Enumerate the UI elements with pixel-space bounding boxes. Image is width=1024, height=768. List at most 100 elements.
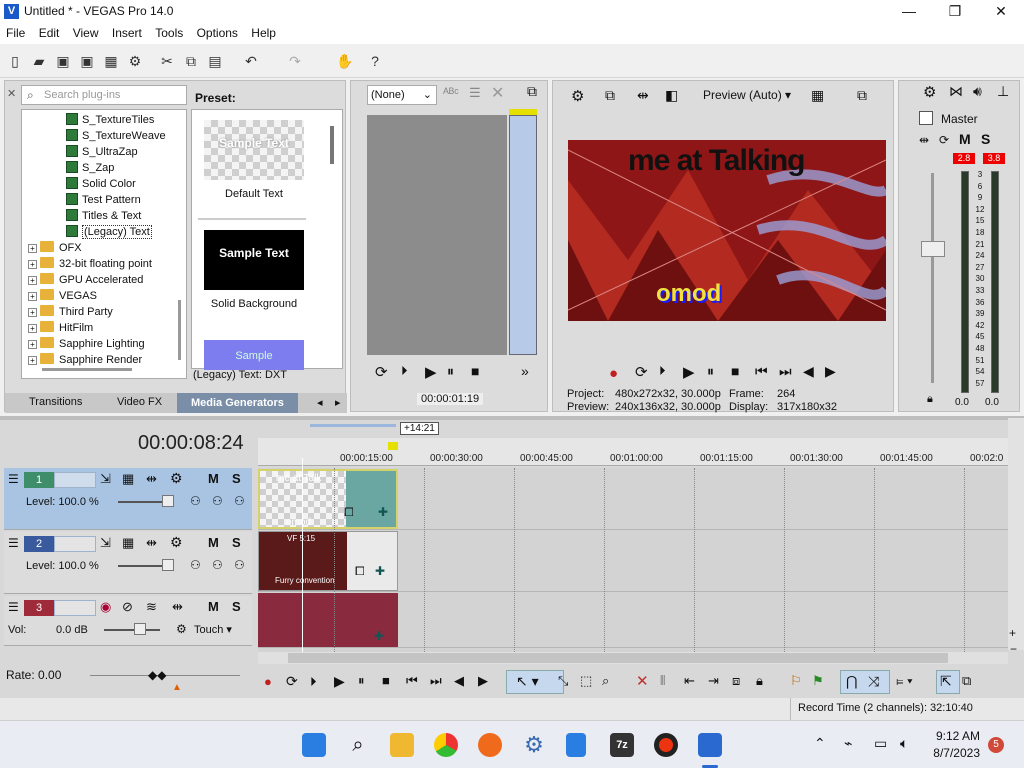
solo-button[interactable]: S — [232, 599, 241, 614]
loop-icon[interactable]: ⟳ — [635, 363, 648, 381]
properties-gear-icon[interactable]: ⚙ — [126, 52, 144, 70]
solo-button[interactable]: S — [981, 131, 990, 147]
track-header-3[interactable]: ☰ 3 ◉ ⊘ ≋ ⇹ M S Vol: 0.0 dB ⚙ Touch ▾ — [4, 596, 252, 646]
tree-folder[interactable]: + OFX — [28, 240, 82, 256]
rewind-icon[interactable]: ◀ — [803, 363, 814, 380]
zoom-in-icon[interactable]: + — [1009, 626, 1016, 640]
prev-frame-icon[interactable]: ⏮ — [755, 363, 768, 380]
preset-list[interactable]: Sample Text Default Text Sample Text Sol… — [191, 109, 343, 370]
expand-icon[interactable]: + — [28, 260, 37, 269]
loop-icon[interactable]: ⟳ — [286, 673, 298, 690]
display-icon[interactable]: ▭ — [874, 735, 887, 752]
play-icon[interactable]: ▶ — [334, 673, 345, 690]
envelope-lock-icon[interactable]: ⇱ — [940, 673, 952, 690]
track-name-input[interactable] — [54, 472, 96, 488]
event-pan-crop-icon[interactable]: ⧠ — [344, 505, 354, 520]
copy-snapshot-icon[interactable]: ⧉ — [857, 87, 867, 104]
trim-icon[interactable]: ⫴ — [660, 673, 665, 689]
expand-icon[interactable]: + — [28, 244, 37, 253]
parent-icon[interactable]: ⚇ — [212, 494, 223, 508]
mute-button[interactable]: M — [208, 471, 219, 486]
tree-scrollbar[interactable] — [42, 368, 132, 371]
expand-icon[interactable]: + — [28, 308, 37, 317]
tree-item[interactable]: S_UltraZap — [66, 144, 138, 160]
menu-file[interactable]: File — [2, 24, 29, 42]
fast-forward-icon[interactable]: ▶ — [825, 363, 836, 380]
delete-icon[interactable]: ✕ — [636, 672, 649, 690]
notepad-icon[interactable] — [566, 733, 586, 757]
tree-item[interactable]: S_TextureWeave — [66, 128, 166, 144]
touch-dropdown[interactable]: Touch ▾ — [194, 623, 232, 636]
trim-start-icon[interactable]: ⇤ — [684, 673, 695, 689]
zoom-out-icon[interactable]: − — [1010, 642, 1017, 656]
undo-icon[interactable]: ↶ — [242, 52, 260, 70]
child-icon[interactable]: ⚇ — [234, 494, 245, 508]
parent-icon[interactable]: ⚇ — [212, 558, 223, 572]
volume-icon[interactable]: 🔈︎ — [900, 735, 908, 752]
composite-icon[interactable]: ⇹ — [146, 535, 157, 551]
pause-icon[interactable]: ⏸ — [707, 363, 714, 380]
split-screen-icon[interactable]: ⇹ — [637, 87, 649, 104]
master-split-icon[interactable]: ⋈ — [949, 83, 963, 100]
region-icon[interactable]: ⚑ — [812, 673, 824, 689]
settings-gear-icon[interactable]: ⚙ — [522, 733, 546, 757]
record-icon[interactable]: ● — [609, 365, 618, 382]
tree-folder[interactable]: + Sapphire Render — [28, 352, 142, 368]
automation-icon[interactable]: ⟳ — [939, 133, 949, 147]
next-frame-icon[interactable]: ▶ — [478, 673, 488, 689]
file-explorer-icon[interactable] — [390, 733, 414, 757]
track-motion-icon[interactable]: ⇹ — [172, 599, 183, 615]
panel-close-icon[interactable]: ✕ — [7, 87, 16, 100]
edit-tool-icon[interactable]: ✋ — [336, 52, 354, 70]
trimmer-display[interactable] — [367, 115, 507, 355]
pause-icon[interactable]: ⏸ — [447, 363, 454, 380]
search-icon[interactable]: ⌕ — [346, 733, 370, 757]
copy-icon[interactable]: ⧉ — [182, 52, 200, 70]
clock-time[interactable]: 9:12 AM — [930, 729, 980, 743]
composite-icon[interactable]: ⇹ — [146, 471, 157, 487]
menu-tools[interactable]: Tools — [151, 24, 187, 42]
tree-item-selected[interactable]: (Legacy) Text — [66, 224, 152, 240]
rate-slider-handle[interactable]: ◆◆ — [148, 668, 166, 682]
new-project-icon[interactable]: ▯ — [6, 52, 24, 70]
menu-view[interactable]: View — [69, 24, 103, 42]
play-icon[interactable]: ▶ — [683, 363, 695, 381]
redo-icon[interactable]: ↷ — [286, 52, 304, 70]
remove-icon[interactable]: ✕ — [491, 83, 504, 103]
tree-vscrollbar[interactable] — [178, 300, 181, 360]
play-from-start-icon[interactable]: ⏵ — [310, 674, 317, 690]
7zip-icon[interactable]: 7z — [610, 733, 634, 757]
preset-thumb-default[interactable]: Sample Text — [204, 120, 304, 180]
menu-insert[interactable]: Insert — [108, 24, 146, 42]
timeline-ruler[interactable]: 00:00:15:00 00:00:30:00 00:00:45:00 00:01:0… — [258, 438, 1008, 466]
master-checkbox[interactable] — [919, 111, 933, 125]
level-slider-handle[interactable] — [162, 495, 174, 507]
meter-options-icon[interactable]: ⊥ — [997, 83, 1009, 100]
track-lane-3[interactable]: ✚ — [258, 592, 1008, 648]
tree-item[interactable]: S_TextureTiles — [66, 112, 154, 128]
close-button[interactable]: ✕ — [978, 0, 1024, 24]
fx-icon[interactable]: ▦ — [122, 471, 134, 487]
solo-button[interactable]: S — [232, 471, 241, 486]
maximize-button[interactable]: ❐ — [932, 0, 978, 24]
preset-thumb-solid[interactable]: Sample Text — [204, 230, 304, 290]
stop-icon[interactable]: ■ — [471, 363, 479, 379]
timeline-clip[interactable]: VF 5:15 Furry convention ⧠ ✚ — [258, 531, 398, 591]
stop-icon[interactable]: ■ — [382, 673, 390, 688]
save-icon[interactable]: ▣ — [54, 52, 72, 70]
track-minimize-icon[interactable]: ☰ — [8, 536, 19, 550]
chrome-icon[interactable] — [434, 733, 458, 757]
selection-tool-icon[interactable]: ⬚ — [580, 673, 592, 689]
copy-frame-icon[interactable]: ⧉ — [527, 83, 537, 100]
tree-folder[interactable]: + Sapphire Lighting — [28, 336, 145, 352]
master-fader-handle[interactable] — [921, 241, 945, 257]
firefox-icon[interactable] — [478, 733, 502, 757]
preview-settings-gear-icon[interactable]: ⚙ — [571, 87, 584, 105]
timeline-clip[interactable]: ✚ — [258, 593, 398, 647]
clock-date[interactable]: 8/7/2023 — [930, 746, 980, 760]
network-icon[interactable]: ⌁ — [844, 735, 852, 752]
play-from-start-icon[interactable]: ⏵ — [401, 363, 408, 379]
external-monitor-icon[interactable]: ⧉ — [605, 87, 615, 104]
tree-folder[interactable]: + HitFilm — [28, 320, 93, 336]
lock-icon[interactable]: 🔒︎ — [756, 673, 763, 689]
